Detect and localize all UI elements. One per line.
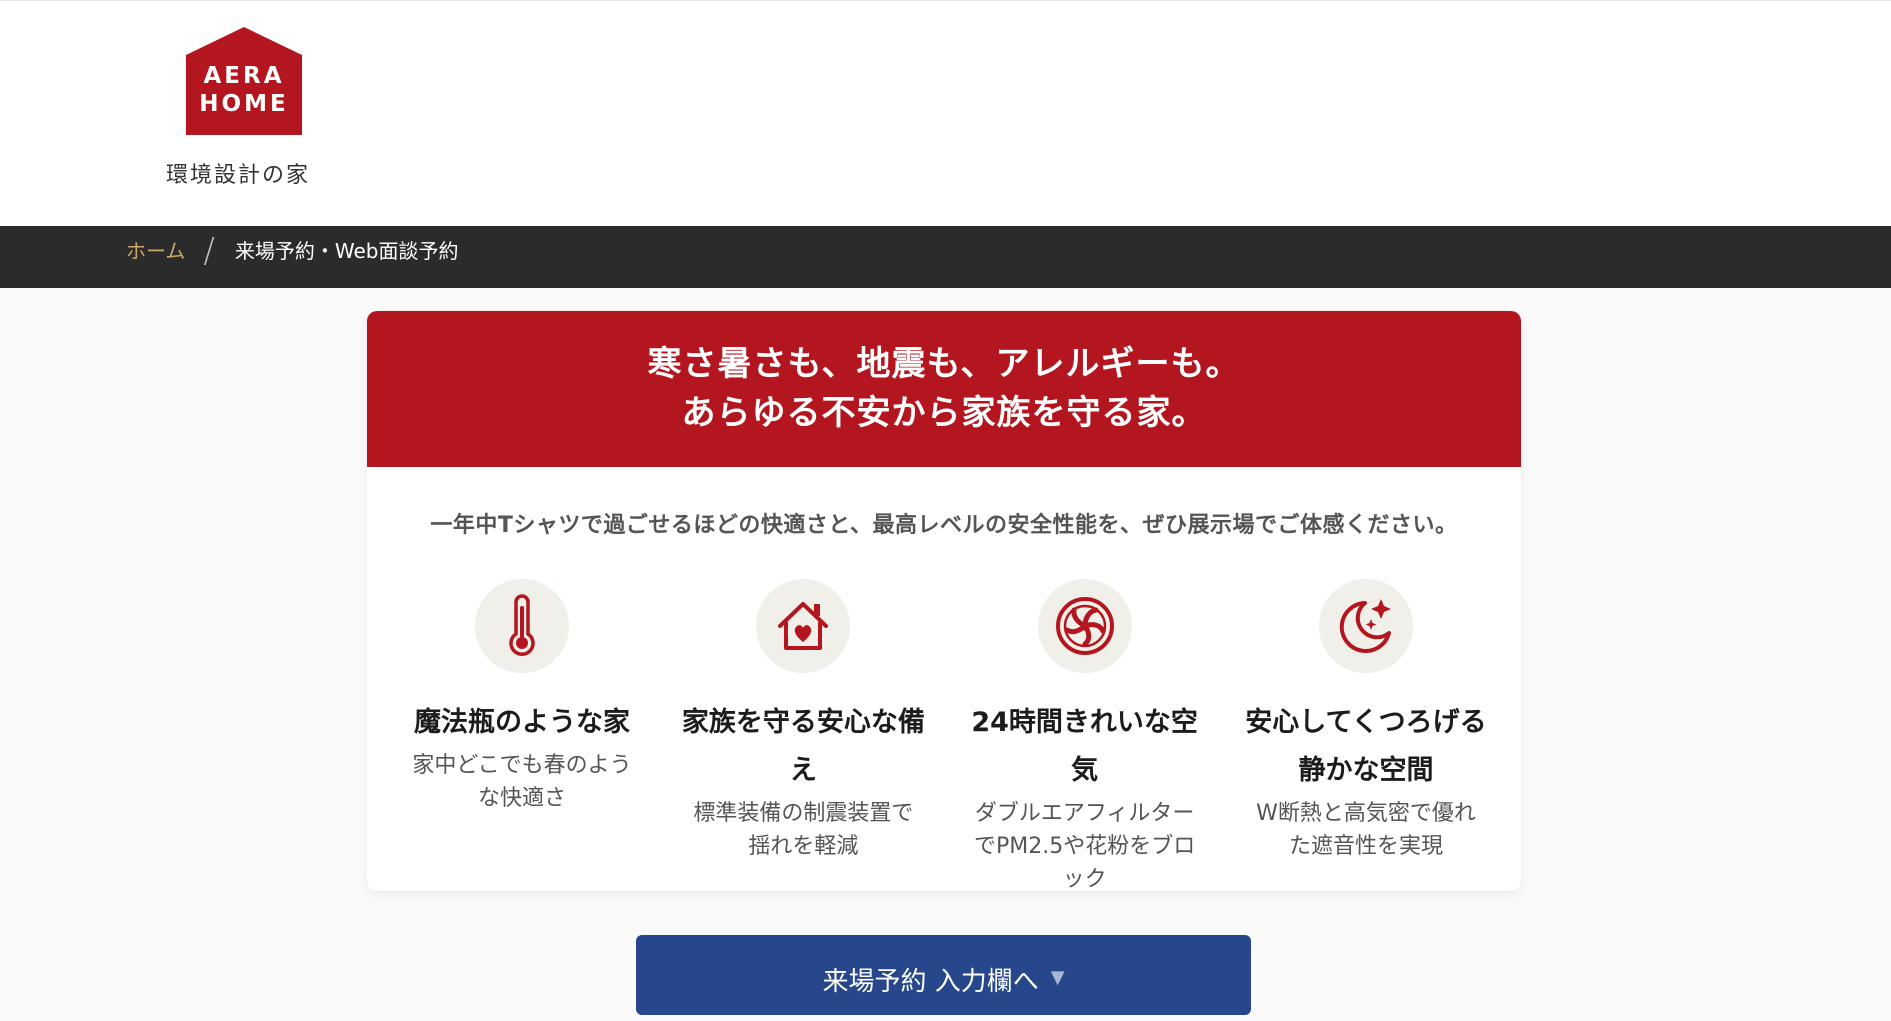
feature-desc: 家中どこでも春のような快適さ <box>412 753 632 811</box>
hero-intro: 一年中Tシャツで過ごせるほどの快適さと、最高レベルの安全性能を、ぜひ展示場でご体… <box>430 513 1458 538</box>
feature-title: 24時間きれいな空気 <box>971 707 1198 786</box>
feature-title: 家族を守る安心な備え <box>681 707 925 786</box>
triangle-down-icon: ▼ <box>1050 967 1065 988</box>
logo-caption: 環境設計の家 <box>166 163 311 188</box>
fan-filter-icon <box>1037 579 1132 673</box>
feature-item: 24時間きれいな空気 ダブルエアフィルターでPM2.5や花粉をブロック <box>960 579 1210 891</box>
breadcrumb-current: 来場予約・Web面談予約 <box>234 238 459 263</box>
moon-stars-icon <box>1318 579 1413 673</box>
feature-item: 魔法瓶のような家 家中どこでも春のような快適さ <box>397 579 647 891</box>
house-logo-icon: AERA HOME <box>186 27 302 135</box>
feature-desc: ダブルエアフィルターでPM2.5や花粉をブロック <box>974 801 1196 891</box>
feature-item: 家族を守る安心な備え 標準装備の制震装置で揺れを軽減 <box>678 579 928 891</box>
feature-item: 安心してくつろげる静かな空間 W断熱と高気密で優れた遮音性を実現 <box>1241 579 1491 891</box>
feature-desc: W断熱と高気密で優れた遮音性を実現 <box>1256 801 1476 859</box>
headline-line-1: 寒さ暑さも、地震も、アレルギーも。 <box>647 344 1241 384</box>
feature-title: 安心してくつろげる静かな空間 <box>1245 707 1487 786</box>
site-header: AERA HOME 環境設計の家 <box>0 0 1891 226</box>
hero-headline: 寒さ暑さも、地震も、アレルギーも。 あらゆる不安から家族を守る家。 <box>367 311 1521 467</box>
house-heart-icon <box>756 579 851 673</box>
feature-title: 魔法瓶のような家 <box>414 707 630 738</box>
breadcrumb: ホーム / 来場予約・Web面談予約 <box>126 226 458 272</box>
cta-label: 来場予約 入力欄へ <box>822 967 1039 997</box>
logo-line2: HOME <box>199 91 288 117</box>
feature-desc: 標準装備の制震装置で揺れを軽減 <box>693 801 914 859</box>
breadcrumb-bar: ホーム / 来場予約・Web面談予約 <box>0 226 1891 288</box>
hero-card: 寒さ暑さも、地震も、アレルギーも。 あらゆる不安から家族を守る家。 一年中Tシャ… <box>367 311 1521 891</box>
feature-list: 魔法瓶のような家 家中どこでも春のような快適さ 家族を守る安心な備え 標準装備の… <box>397 579 1491 891</box>
breadcrumb-home-link[interactable]: ホーム <box>126 235 185 264</box>
logo-line1: AERA <box>203 63 284 89</box>
thermometer-icon <box>475 579 569 673</box>
headline-line-2: あらゆる不安から家族を守る家。 <box>681 393 1207 433</box>
breadcrumb-separator: / <box>203 231 215 271</box>
reservation-form-button[interactable]: 来場予約 入力欄へ ▼ <box>636 935 1251 1015</box>
